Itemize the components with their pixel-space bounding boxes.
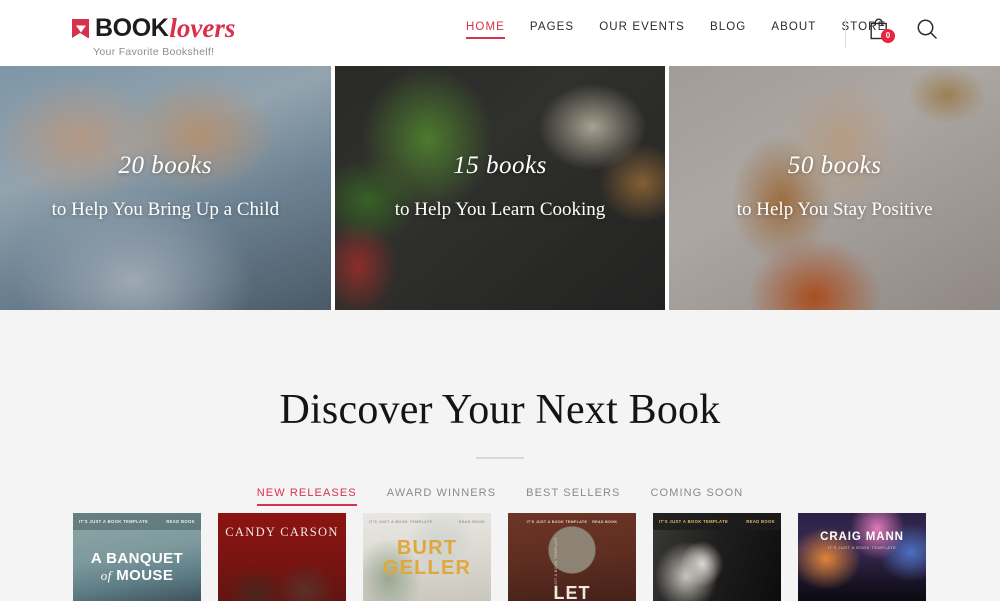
hero-banner-1-count: 20 books: [118, 152, 213, 179]
book-card-3[interactable]: IT'S JUST A BOOK TEMPLATE READ BOOK BURT…: [363, 513, 491, 601]
hero-banner-2-content: 15 books to Help You Learn Cooking: [335, 66, 666, 310]
book-cover-4: IT'S JUST A BOOK TEMPLATE READ BOOK IT'S…: [508, 513, 636, 601]
book-4-title: LET: [553, 583, 591, 601]
logo-primary-text: BOOK: [95, 14, 169, 42]
main-navigation: HOME PAGES OUR EVENTS BLOG ABOUT STORE: [466, 21, 886, 39]
nav-item-blog[interactable]: BLOG: [710, 21, 746, 39]
site-header: BOOK lovers Your Favorite Bookshelf! HOM…: [0, 0, 1000, 66]
hero-banner-row: 20 books to Help You Bring Up a Child 15…: [0, 66, 1000, 310]
book-6-subtitle: IT'S JUST A BOOK TEMPLATE: [827, 545, 897, 550]
book-1-read-link[interactable]: READ BOOK: [166, 519, 195, 524]
hero-banner-3-content: 50 books to Help You Stay Positive: [669, 66, 1000, 310]
search-button[interactable]: [916, 18, 938, 40]
book-6-title: CRAIG MANN: [820, 531, 904, 543]
book-grid: IT'S JUST A BOOK TEMPLATE READ BOOK A BA…: [73, 513, 926, 601]
book-4-overlay-label: IT'S JUST A BOOK TEMPLATE: [526, 519, 588, 524]
book-1-title-line1: A BANQUET: [90, 550, 184, 567]
logo-tagline: Your Favorite Bookshelf!: [93, 46, 215, 58]
hero-banner-1[interactable]: 20 books to Help You Bring Up a Child: [0, 66, 331, 310]
tab-new-releases[interactable]: NEW RELEASES: [256, 487, 357, 506]
book-3-overlay: IT'S JUST A BOOK TEMPLATE READ BOOK: [363, 513, 491, 530]
book-card-1[interactable]: IT'S JUST A BOOK TEMPLATE READ BOOK A BA…: [73, 513, 201, 601]
book-1-title-line2: MOUSE: [116, 567, 174, 585]
book-cover-5: IT'S JUST A BOOK TEMPLATE READ BOOK: [653, 513, 781, 601]
tab-award-winners[interactable]: AWARD WINNERS: [387, 487, 496, 506]
book-5-read-link[interactable]: READ BOOK: [746, 519, 775, 524]
book-card-2[interactable]: CANDY CARSON: [218, 513, 346, 601]
book-3-overlay-label: IT'S JUST A BOOK TEMPLATE: [369, 519, 433, 524]
book-1-overlay: IT'S JUST A BOOK TEMPLATE READ BOOK: [73, 513, 201, 530]
title-divider: [476, 457, 524, 459]
cart-button[interactable]: 0: [870, 18, 895, 43]
book-cover-6: CRAIG MANN IT'S JUST A BOOK TEMPLATE: [798, 513, 926, 601]
book-2-title: CANDY CARSON: [225, 525, 339, 539]
hero-banner-1-subtitle: to Help You Bring Up a Child: [51, 199, 280, 220]
header-divider: [845, 18, 846, 48]
book-1-title: A BANQUET of MOUSE: [73, 550, 201, 585]
book-4-read-link[interactable]: READ BOOK: [592, 520, 617, 524]
hero-banner-3-subtitle: to Help You Stay Positive: [736, 199, 933, 220]
nav-item-our-events[interactable]: OUR EVENTS: [599, 21, 685, 39]
search-icon: [917, 19, 938, 40]
book-card-5[interactable]: IT'S JUST A BOOK TEMPLATE READ BOOK: [653, 513, 781, 601]
book-cover-3: IT'S JUST A BOOK TEMPLATE READ BOOK BURT…: [363, 513, 491, 601]
book-5-overlay: IT'S JUST A BOOK TEMPLATE READ BOOK: [653, 513, 781, 530]
book-3-read-link[interactable]: READ BOOK: [459, 520, 485, 524]
site-logo[interactable]: BOOK lovers Your Favorite Bookshelf!: [72, 13, 235, 58]
header-actions: 0: [870, 18, 938, 43]
book-cover-1: IT'S JUST A BOOK TEMPLATE READ BOOK A BA…: [73, 513, 201, 601]
book-4-overlay: IT'S JUST A BOOK TEMPLATE READ BOOK: [508, 513, 636, 530]
nav-item-pages[interactable]: PAGES: [530, 21, 574, 39]
logo-secondary-text: lovers: [169, 13, 236, 43]
page-root: BOOK lovers Your Favorite Bookshelf! HOM…: [0, 0, 1000, 601]
hero-banner-2[interactable]: 15 books to Help You Learn Cooking: [334, 66, 666, 310]
nav-item-about[interactable]: ABOUT: [771, 21, 816, 39]
book-3-title-line1: BURT: [396, 537, 458, 559]
page-title: Discover Your Next Book: [279, 387, 721, 433]
nav-item-home[interactable]: HOME: [466, 21, 505, 39]
book-3-title: BURT GELLER: [363, 538, 491, 578]
tab-coming-soon[interactable]: COMING SOON: [651, 487, 744, 506]
cart-count-badge: 0: [881, 29, 895, 43]
hero-banner-3-count: 50 books: [787, 152, 882, 179]
logo-text-line: BOOK lovers: [72, 13, 235, 44]
tab-best-sellers[interactable]: BEST SELLERS: [526, 487, 620, 506]
hero-banner-2-count: 15 books: [453, 152, 547, 179]
book-1-overlay-label: IT'S JUST A BOOK TEMPLATE: [79, 519, 149, 524]
book-cover-2: CANDY CARSON: [218, 513, 346, 601]
book-3-title-line2: GELLER: [382, 557, 472, 579]
hero-banner-1-content: 20 books to Help You Bring Up a Child: [0, 66, 331, 310]
hero-banner-3[interactable]: 50 books to Help You Stay Positive: [669, 66, 1000, 310]
bookmark-icon: [72, 19, 89, 38]
book-1-title-of: of: [100, 568, 112, 584]
book-category-tabs: NEW RELEASES AWARD WINNERS BEST SELLERS …: [0, 487, 1000, 506]
book-5-overlay-label: IT'S JUST A BOOK TEMPLATE: [659, 519, 729, 524]
hero-banner-2-subtitle: to Help You Learn Cooking: [394, 199, 606, 220]
book-card-4[interactable]: IT'S JUST A BOOK TEMPLATE READ BOOK IT'S…: [508, 513, 636, 601]
book-card-6[interactable]: CRAIG MANN IT'S JUST A BOOK TEMPLATE: [798, 513, 926, 601]
